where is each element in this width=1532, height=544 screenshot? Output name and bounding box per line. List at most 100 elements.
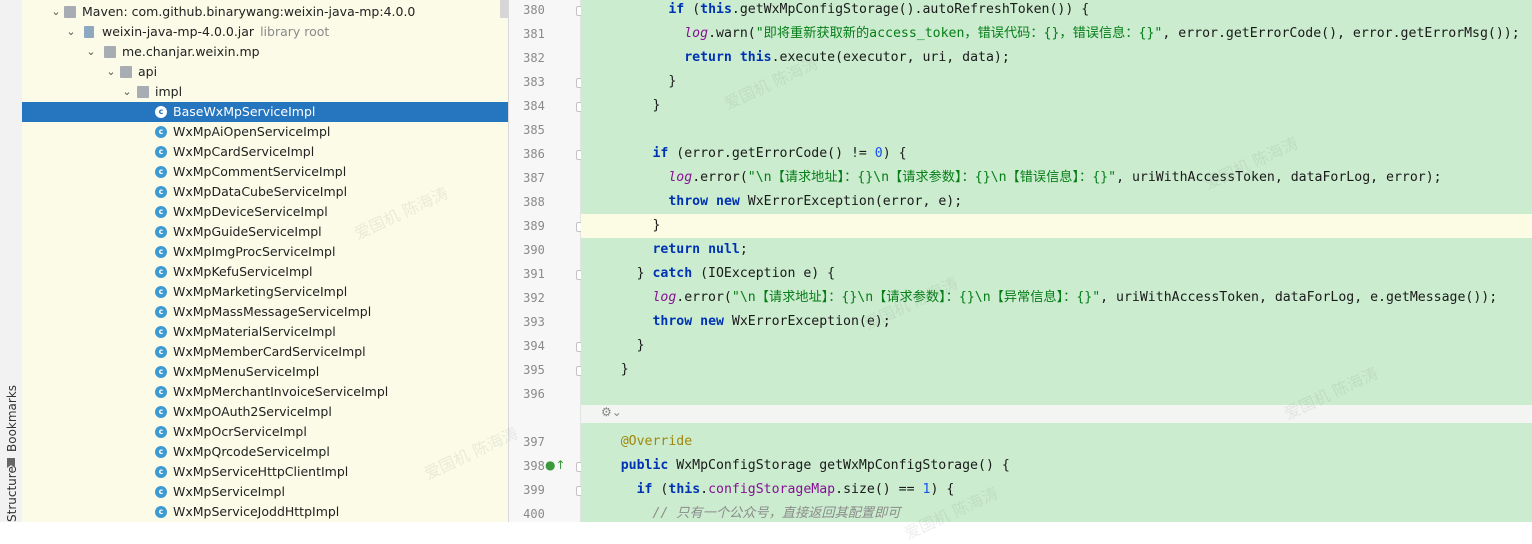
- line-number: 385: [523, 123, 545, 137]
- code-line[interactable]: }: [581, 358, 1532, 382]
- tree-item-label: WxMpMenuServiceImpl: [173, 362, 319, 382]
- tree-item-class[interactable]: c WxMpMassMessageServiceImpl: [22, 302, 508, 322]
- override-marker-icon[interactable]: ●↑: [545, 458, 566, 472]
- tree-item-label: WxMpCommentServiceImpl: [173, 162, 346, 182]
- code-line[interactable]: @Override: [581, 430, 1532, 454]
- tree-item-class[interactable]: c WxMpMerchantInvoiceServiceImpl: [22, 382, 508, 402]
- tree-item-library[interactable]: ⌄ Maven: com.github.binarywang:weixin-jav…: [22, 2, 508, 22]
- code-line[interactable]: log.error("\n【请求地址】：{}\n【请求参数】：{}\n【异常信息…: [581, 286, 1532, 310]
- code-line[interactable]: public WxMpConfigStorage getWxMpConfigSt…: [581, 454, 1532, 478]
- code-padding: [581, 146, 605, 161]
- code-line[interactable]: }: [581, 94, 1532, 118]
- code-token: if: [668, 2, 685, 17]
- code-padding: [581, 170, 605, 185]
- inlay-settings-icon[interactable]: ⚙⌄: [601, 405, 622, 419]
- tree-item-folder[interactable]: ⌄ api: [22, 62, 508, 82]
- tree-item-class[interactable]: c WxMpGuideServiceImpl: [22, 222, 508, 242]
- code-line[interactable]: return null;: [581, 238, 1532, 262]
- code-line[interactable]: }: [581, 70, 1532, 94]
- folder-icon: [104, 46, 116, 58]
- code-line[interactable]: // 只有一个公众号，直接返回其配置即可: [581, 502, 1532, 522]
- code-token: @Override: [620, 434, 693, 449]
- tree-item-text: WxMpKefuServiceImpl: [173, 264, 313, 279]
- folder-icon: [120, 66, 132, 78]
- tree-item-class[interactable]: c WxMpMenuServiceImpl: [22, 362, 508, 382]
- class-icon: c: [155, 366, 167, 378]
- class-icon: c: [155, 126, 167, 138]
- tree-item-class[interactable]: c BaseWxMpServiceImpl: [22, 102, 508, 122]
- chevron-down-icon[interactable]: ⌄: [84, 42, 98, 62]
- tree-item-class[interactable]: c WxMpMarketingServiceImpl: [22, 282, 508, 302]
- chevron-down-icon[interactable]: ⌄: [49, 2, 63, 22]
- tree-item-class[interactable]: c WxMpDeviceServiceImpl: [22, 202, 508, 222]
- code-line[interactable]: if (this.configStorageMap.size() == 1) {: [581, 478, 1532, 502]
- tree-item-class[interactable]: c WxMpDataCubeServiceImpl: [22, 182, 508, 202]
- code-line[interactable]: }: [581, 214, 1532, 238]
- code-line[interactable]: return this.execute(executor, uri, data)…: [581, 46, 1532, 70]
- tree-item-class[interactable]: c WxMpMaterialServiceImpl: [22, 322, 508, 342]
- class-icon: c: [155, 426, 167, 438]
- tool-window-strip: Bookmarks Structure: [0, 0, 23, 522]
- code-line[interactable]: } catch (IOException e) {: [581, 262, 1532, 286]
- code-token: return: [652, 242, 701, 257]
- code-token: throw: [652, 314, 693, 329]
- code-line[interactable]: if (this.getWxMpConfigStorage().autoRefr…: [581, 0, 1532, 22]
- code-token: }: [604, 74, 677, 89]
- tree-item-class[interactable]: c WxMpCommentServiceImpl: [22, 162, 508, 182]
- code-padding: [581, 194, 605, 209]
- code-token: this: [668, 482, 701, 497]
- bookmarks-tab[interactable]: Bookmarks: [5, 385, 19, 452]
- code-padding: [581, 314, 605, 329]
- tree-item-class[interactable]: c WxMpQrcodeServiceImpl: [22, 442, 508, 462]
- tree-item-class[interactable]: c WxMpServiceJoddHttpImpl: [22, 502, 508, 522]
- chevron-down-icon[interactable]: ⌄: [104, 62, 118, 82]
- tree-item-label: WxMpGuideServiceImpl: [173, 222, 322, 242]
- tree-item-text: WxMpMerchantInvoiceServiceImpl: [173, 384, 389, 399]
- code-token: WxMpConfigStorage getWxMpConfigStorage()…: [668, 458, 1010, 473]
- tree-item-class[interactable]: c WxMpKefuServiceImpl: [22, 262, 508, 282]
- chevron-down-icon[interactable]: ⌄: [64, 22, 78, 42]
- code-line[interactable]: throw new WxErrorException(error, e);: [581, 190, 1532, 214]
- code-padding: [581, 266, 605, 281]
- line-number: 389: [523, 219, 545, 233]
- code-line[interactable]: throw new WxErrorException(e);: [581, 310, 1532, 334]
- code-line[interactable]: log.error("\n【请求地址】：{}\n【请求参数】：{}\n【错误信息…: [581, 166, 1532, 190]
- code-line[interactable]: [581, 118, 1532, 142]
- tree-item-jar[interactable]: ⌄ weixin-java-mp-4.0.0.jar library root: [22, 22, 508, 42]
- tree-item-class[interactable]: c WxMpAiOpenServiceImpl: [22, 122, 508, 142]
- line-number: 381: [523, 27, 545, 41]
- tree-item-class[interactable]: c WxMpServiceImpl: [22, 482, 508, 502]
- class-icon: c: [155, 326, 167, 338]
- code-padding: [581, 434, 605, 449]
- code-token: if: [652, 146, 669, 161]
- tree-item-class[interactable]: c WxMpOAuth2ServiceImpl: [22, 402, 508, 422]
- code-line[interactable]: log.warn("即将重新获取新的access_token，错误代码：{}，错…: [581, 22, 1532, 46]
- chevron-down-icon[interactable]: ⌄: [120, 82, 134, 102]
- code-token: }: [604, 338, 645, 353]
- tree-item-label: WxMpQrcodeServiceImpl: [173, 442, 330, 462]
- tree-item-class[interactable]: c WxMpOcrServiceImpl: [22, 422, 508, 442]
- structure-tab[interactable]: Structure: [5, 466, 19, 522]
- tree-item-folder[interactable]: ⌄ me.chanjar.weixin.mp: [22, 42, 508, 62]
- code-line[interactable]: if (error.getErrorCode() != 0) {: [581, 142, 1532, 166]
- tree-item-class[interactable]: c WxMpCardServiceImpl: [22, 142, 508, 162]
- tree-item-text: WxMpMenuServiceImpl: [173, 364, 320, 379]
- code-editor[interactable]: if (this.getWxMpConfigStorage().autoRefr…: [581, 0, 1532, 522]
- code-token: public: [620, 458, 669, 473]
- tree-item-class[interactable]: c WxMpMemberCardServiceImpl: [22, 342, 508, 362]
- class-icon: c: [155, 146, 167, 158]
- code-line[interactable]: [581, 382, 1532, 406]
- tree-item-class[interactable]: c WxMpImgProcServiceImpl: [22, 242, 508, 262]
- tree-item-label: WxMpOcrServiceImpl: [173, 422, 307, 442]
- editor-gutter: 380 381 382 383 384 385 386 387 388 389 390 391 392 3…: [509, 0, 586, 522]
- code-padding: [581, 122, 605, 137]
- code-token: ;: [739, 242, 748, 257]
- tree-item-label: WxMpKefuServiceImpl: [173, 262, 313, 282]
- code-line[interactable]: }: [581, 334, 1532, 358]
- tree-item-class[interactable]: c WxMpServiceHttpClientImpl: [22, 462, 508, 482]
- tree-item-folder[interactable]: ⌄ impl: [22, 82, 508, 102]
